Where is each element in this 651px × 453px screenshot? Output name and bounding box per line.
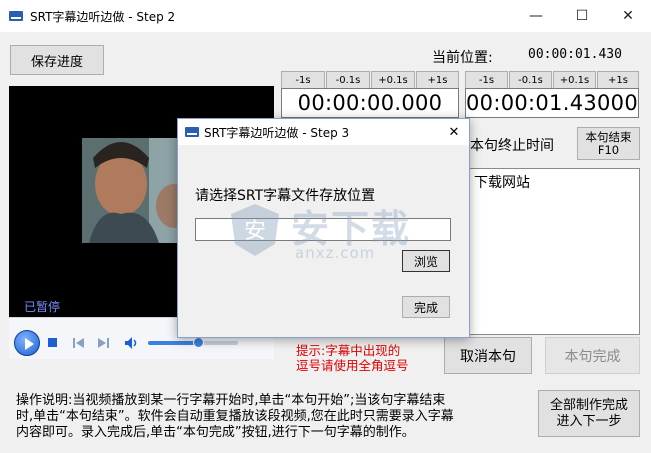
sentence-end-label: 本句终止时间	[470, 138, 554, 154]
comma-hint: 提示:字幕中出现的 逗号请使用全角逗号	[296, 343, 436, 373]
sentence-end-button[interactable]: 本句结束 F10	[577, 127, 640, 160]
subtitle-text: 下载网站	[474, 175, 530, 191]
end-time-display[interactable]: 00:00:01.43000	[465, 88, 639, 118]
cancel-sentence-button[interactable]: 取消本句	[444, 337, 532, 374]
dialog-title: SRT字幕边听边做 - Step 3	[204, 126, 350, 140]
window-title: SRT字幕边听边做 - Step 2	[30, 10, 176, 24]
playback-status: 已暂停	[24, 300, 61, 314]
start-time-display[interactable]: 00:00:00.000	[281, 88, 459, 118]
volume-slider-fill	[148, 341, 198, 345]
instructions-line3: 内容即可。录入完成后,单击“本句完成”按钮,进行下一句字幕的制作。	[16, 425, 415, 440]
save-progress-button[interactable]: 保存进度	[10, 45, 104, 75]
save-path-input[interactable]	[195, 218, 451, 241]
play-button[interactable]	[14, 330, 40, 356]
start-adjust-row: -1s -0.1s +0.1s +1s	[281, 71, 459, 90]
dialog-close-button[interactable]: ✕	[442, 121, 466, 143]
minimize-button[interactable]: —	[513, 0, 559, 32]
dialog-prompt: 请选择SRT字幕文件存放位置	[195, 188, 376, 204]
dialog-app-icon	[185, 127, 199, 137]
next-icon[interactable]	[96, 337, 110, 349]
instructions-line1: 操作说明:当视频播放到某一行字幕开始时,单击“本句开始”;当该句字幕结束	[16, 393, 446, 408]
step3-dialog: SRT字幕边听边做 - Step 3 ✕ 请选择SRT字幕文件存放位置 浏览 完…	[177, 118, 470, 338]
play-icon	[25, 338, 34, 350]
current-position-value: 00:00:01.430	[528, 47, 622, 62]
dialog-done-button[interactable]: 完成	[402, 296, 450, 318]
volume-icon[interactable]	[124, 336, 140, 350]
instructions-line2: 时,单击“本句结束”。软件会自动重复播放该段视频,您在此时只需要录入字幕	[16, 409, 454, 424]
browse-button[interactable]: 浏览	[402, 250, 450, 272]
subtitle-text-area[interactable]: 下载网站	[467, 168, 640, 335]
end-adjust-row: -1s -0.1s +0.1s +1s	[465, 71, 639, 90]
stop-icon[interactable]	[47, 337, 59, 349]
finish-all-button[interactable]: 全部制作完成 进入下一步	[538, 390, 640, 437]
instructions-text: 操作说明:当视频播放到某一行字幕开始时,单击“本句开始”;当该句字幕结束 时,单…	[16, 393, 531, 441]
finish-all-line2: 进入下一步	[556, 413, 622, 429]
close-button[interactable]: ✕	[605, 0, 651, 32]
finish-all-line1: 全部制作完成	[549, 397, 628, 413]
sentence-end-button-label: 本句结束	[585, 129, 632, 144]
maximize-button[interactable]: ☐	[559, 0, 605, 32]
comma-hint-line2: 逗号请使用全角逗号	[296, 358, 409, 373]
previous-icon[interactable]	[72, 337, 86, 349]
current-position-label: 当前位置:	[432, 50, 493, 66]
comma-hint-line1: 提示:字幕中出现的	[296, 343, 401, 358]
finish-sentence-button[interactable]: 本句完成	[545, 337, 640, 374]
sentence-end-hotkey: F10	[597, 142, 620, 157]
app-icon	[9, 11, 23, 21]
volume-knob[interactable]	[193, 337, 204, 348]
